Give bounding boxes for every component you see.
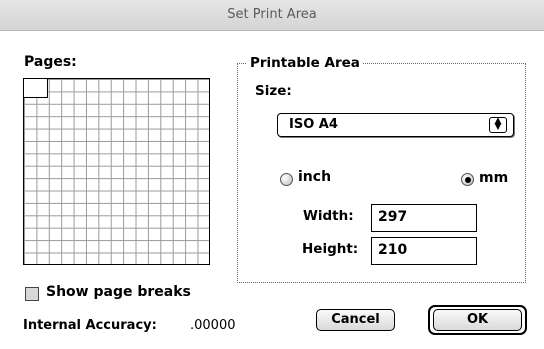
cancel-button[interactable]: Cancel [316,309,395,331]
inch-label[interactable]: inch [298,169,331,185]
show-page-breaks-checkbox[interactable] [25,287,39,301]
internal-accuracy-value: .00000 [190,318,236,333]
internal-accuracy-label: Internal Accuracy: [23,318,157,333]
window-title: Set Print Area [227,7,317,22]
pages-label: Pages: [24,54,77,70]
height-field[interactable]: 210 [371,237,477,265]
set-print-area-dialog: Set Print Area Pages: Printable Area Siz… [0,0,544,349]
show-page-breaks-label[interactable]: Show page breaks [46,284,191,300]
mm-label[interactable]: mm [479,170,508,186]
size-popup-value: ISO A4 [289,117,338,132]
size-label: Size: [255,83,292,99]
inch-radio[interactable] [280,173,293,186]
width-label: Width: [303,208,354,224]
size-popup[interactable]: ISO A4 ▲ ▼ [277,113,514,137]
height-label: Height: [302,241,359,257]
width-field[interactable]: 297 [371,204,477,232]
title-bar[interactable]: Set Print Area [0,0,544,31]
pages-grid[interactable] [23,78,210,265]
printable-area-title: Printable Area [247,55,363,71]
ok-button[interactable]: OK [433,309,522,331]
mm-radio[interactable] [461,173,474,186]
up-down-arrows-icon: ▲ ▼ [489,117,507,133]
page-marker [23,78,48,98]
